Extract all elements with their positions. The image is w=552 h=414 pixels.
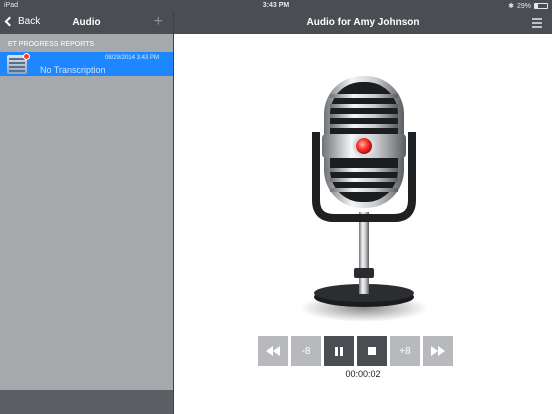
record-badge-icon — [23, 53, 30, 60]
skip-back-8-button[interactable]: -8 — [291, 336, 321, 366]
fast-forward-icon — [431, 346, 445, 356]
playback-controls: -8 +8 — [258, 336, 468, 366]
battery-icon — [534, 3, 548, 9]
left-toolbar — [0, 390, 173, 414]
audio-list-pane: Back Audio + ET PROGRESS REPORTS 08/29/2… — [0, 12, 173, 414]
skip-forward-8-button[interactable]: +8 — [390, 336, 420, 366]
elapsed-time: 00:00:02 — [345, 369, 381, 379]
list-item[interactable]: 08/29/2014 3:43 PM No Transcription — [0, 52, 173, 76]
item-date: 08/29/2014 3:43 PM — [104, 55, 159, 61]
menu-icon[interactable] — [532, 18, 542, 30]
rewind-icon — [266, 346, 280, 356]
stop-icon — [368, 347, 376, 355]
rewind-button[interactable] — [258, 336, 288, 366]
stop-button[interactable] — [357, 336, 387, 366]
microphone-icon — [300, 76, 428, 322]
fast-forward-button[interactable] — [423, 336, 453, 366]
section-header: ET PROGRESS REPORTS — [8, 41, 95, 48]
plus-icon[interactable]: + — [154, 13, 163, 31]
item-transcription: No Transcription — [40, 65, 106, 75]
right-nav-bar: Audio for Amy Johnson — [174, 12, 552, 34]
pane-divider — [173, 12, 174, 414]
skip-back-label: -8 — [301, 345, 311, 357]
battery-percent: 29% — [516, 2, 531, 10]
left-nav-bar: Back Audio + — [0, 12, 173, 34]
pause-icon — [335, 346, 343, 356]
status-bar: iPad 3:43 PM ✱ 29% — [0, 0, 552, 12]
page-title: Audio for Amy Johnson — [306, 17, 420, 28]
status-time: 3:43 PM — [262, 2, 290, 9]
skip-forward-label: +8 — [399, 345, 411, 357]
left-nav-title: Audio — [72, 17, 101, 28]
status-right: ✱ 29% — [508, 2, 548, 10]
bluetooth-icon: ✱ — [508, 3, 514, 10]
pause-button[interactable] — [324, 336, 354, 366]
